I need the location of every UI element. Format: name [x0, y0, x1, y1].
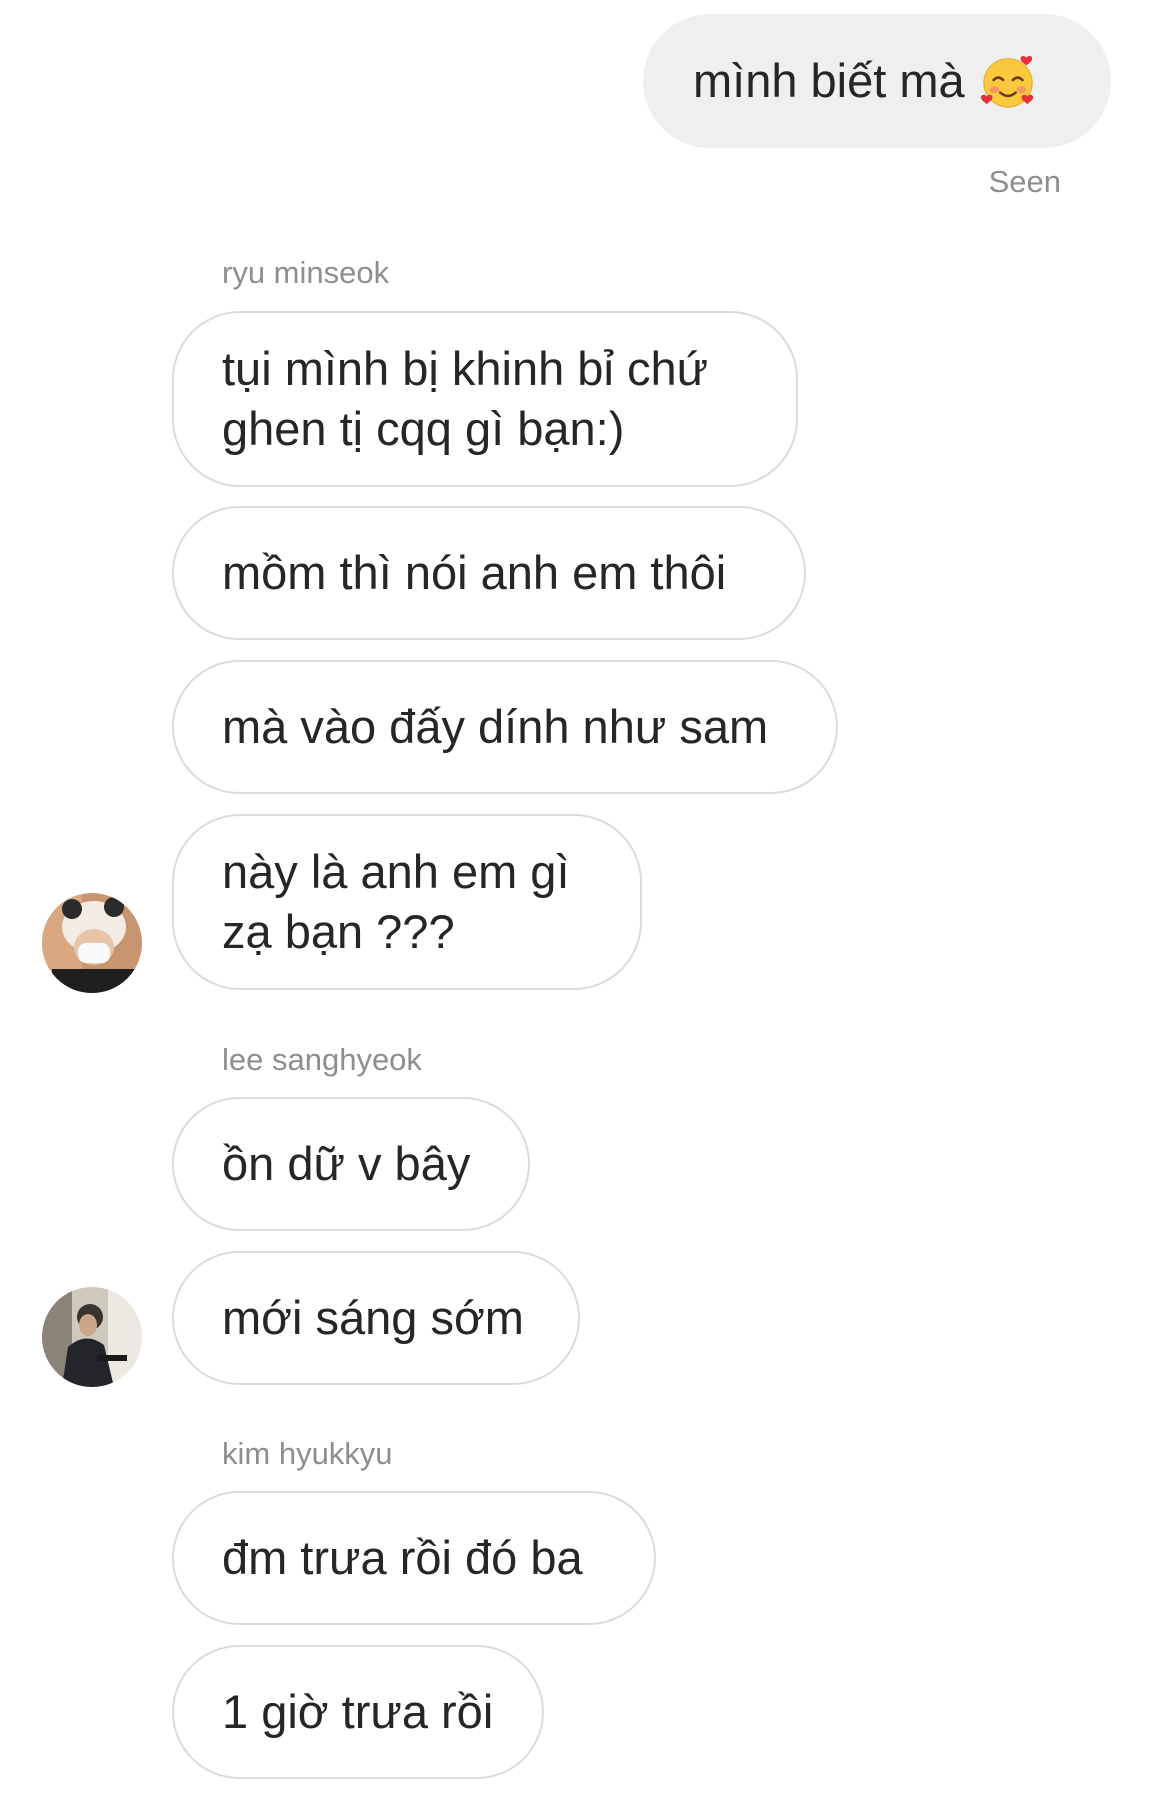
smiling-face-with-hearts-icon — [980, 56, 1033, 108]
seen-status: Seen — [988, 164, 1061, 199]
avatar[interactable] — [42, 893, 142, 993]
message-text-line: tụi mình bị khinh bỉ chứ — [222, 342, 709, 395]
message-text: ồn dữ v bây — [222, 1137, 471, 1190]
message-text: đm trưa rồi đó ba — [222, 1531, 583, 1584]
avatar-photo — [42, 893, 142, 993]
message-text: mới sáng sớm — [222, 1291, 524, 1344]
incoming-message-bubble[interactable]: tụi mình bị khinh bỉ chứ ghen tị cqq gì … — [172, 311, 798, 487]
incoming-message-bubble[interactable]: 1 giờ trưa rồi — [172, 1645, 544, 1779]
sender-name: ryu minseok — [222, 255, 390, 290]
sender-name: lee sanghyeok — [222, 1042, 422, 1077]
sender-name: kim hyukkyu — [222, 1436, 393, 1471]
message-text: 1 giờ trưa rồi — [222, 1685, 494, 1738]
message-text: mà vào đấy dính như sam — [222, 700, 769, 753]
message-text-line: zạ bạn ??? — [222, 905, 455, 958]
incoming-message-bubble[interactable]: đm trưa rồi đó ba — [172, 1491, 656, 1625]
outgoing-message-bubble[interactable]: mình biết mà — [643, 14, 1111, 148]
incoming-message-bubble[interactable]: này là anh em gì zạ bạn ??? — [172, 814, 642, 990]
avatar[interactable] — [42, 1287, 142, 1387]
message-text-line: ghen tị cqq gì bạn:) — [222, 402, 625, 455]
incoming-message-bubble[interactable]: mà vào đấy dính như sam — [172, 660, 838, 794]
incoming-message-bubble[interactable]: mồm thì nói anh em thôi — [172, 506, 806, 640]
incoming-message-bubble[interactable]: ồn dữ v bây — [172, 1097, 530, 1231]
incoming-message-bubble[interactable]: mới sáng sớm — [172, 1251, 580, 1385]
avatar-photo — [42, 1287, 142, 1387]
message-text-line: này là anh em gì — [222, 845, 570, 898]
outgoing-message-text: mình biết mà — [693, 54, 965, 107]
message-text: mồm thì nói anh em thôi — [222, 546, 727, 599]
